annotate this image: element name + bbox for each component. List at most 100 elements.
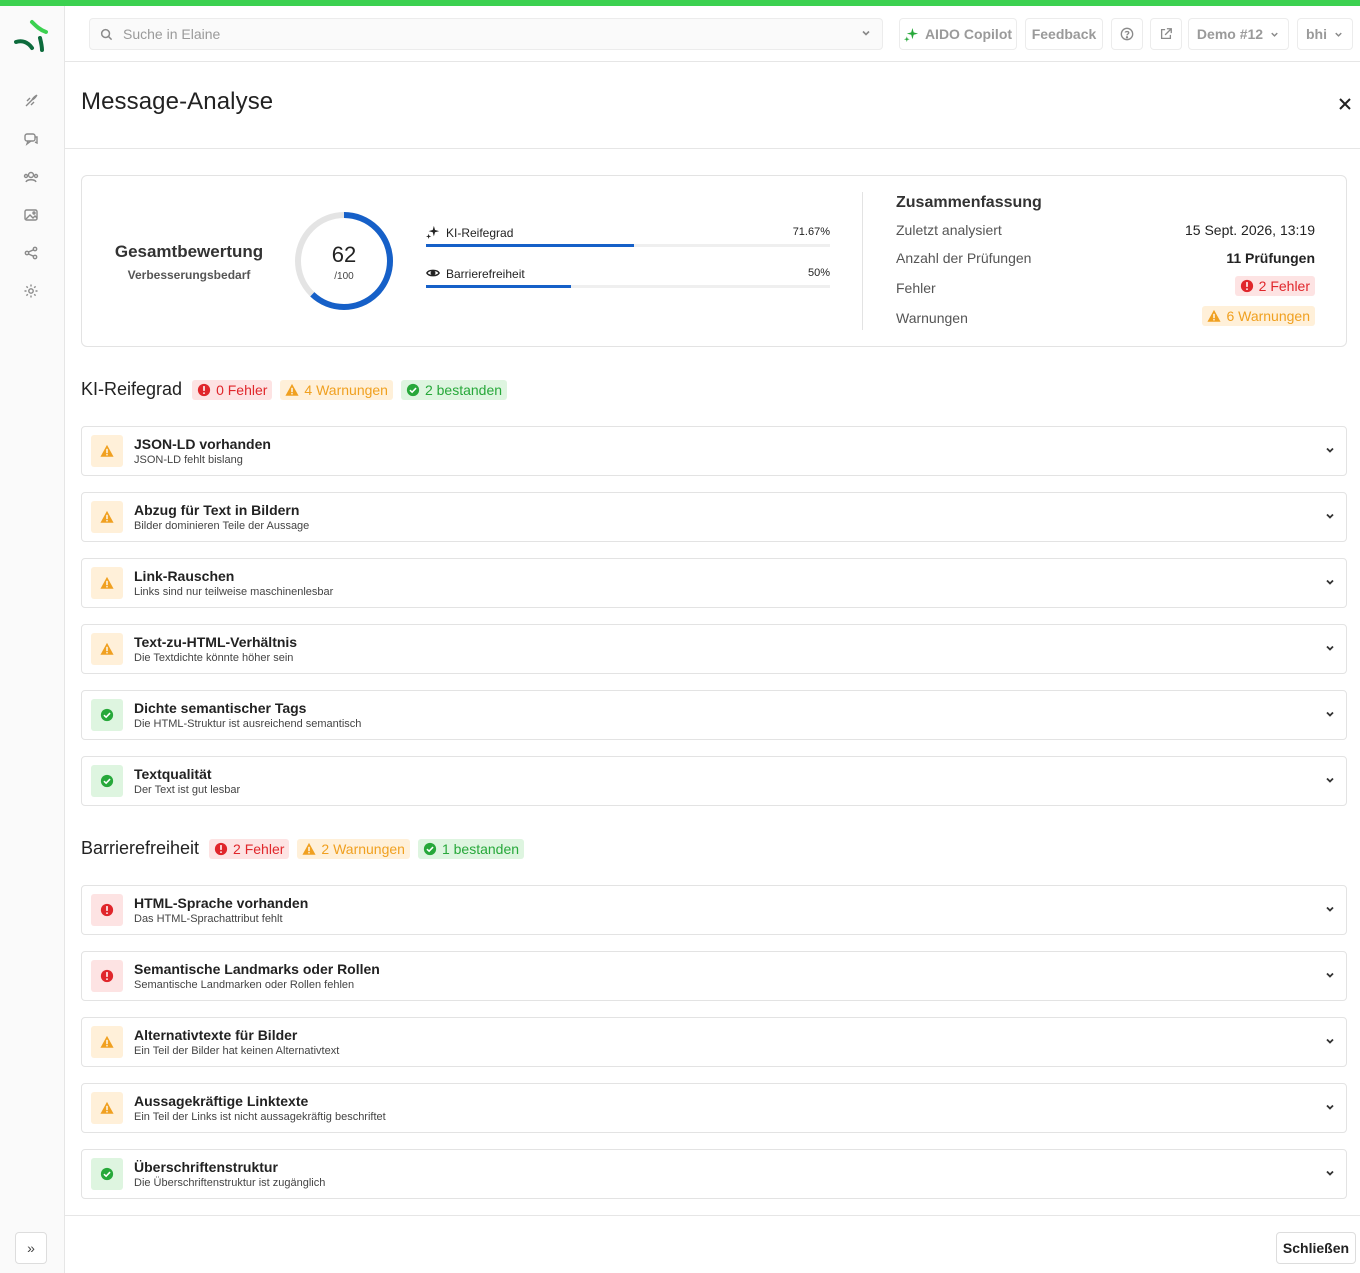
chevron-down-icon[interactable] [1324,444,1336,456]
chevron-down-icon[interactable] [1324,642,1336,654]
summary-key: Fehler [896,280,936,296]
status-indicator [91,1092,123,1124]
summary-key: Zuletzt analysiert [896,222,1002,238]
audience-icon[interactable] [22,168,40,186]
summary-row-last-analyzed: Zuletzt analysiert 15 Sept. 2026, 13:19 [896,220,1315,242]
warning-icon [302,842,316,855]
check-item[interactable]: Dichte semantischer Tags Die HTML-Struktu… [81,690,1347,740]
overall-score-title: Gesamtbewertung [114,242,264,261]
error-icon [100,903,114,917]
error-count-badge: 0 Fehler [192,379,273,400]
check-item[interactable]: Link-Rauschen Links sind nur teilweise ma… [81,558,1347,608]
chevron-down-icon[interactable] [1324,576,1336,588]
search-icon [100,28,113,40]
check-circle-icon [100,708,114,722]
check-item-title: Link-Rauschen [134,568,235,584]
help-button[interactable] [1111,18,1143,50]
metric-progress-track [426,285,830,288]
image-icon[interactable] [22,206,40,224]
metric-progress-track [426,244,830,247]
app-logo[interactable] [14,18,48,52]
warning-icon [100,576,114,590]
check-item[interactable]: JSON-LD vorhanden JSON-LD fehlt bislang [81,426,1347,476]
check-item-description: Semantische Landmarken oder Rollen fehle… [134,979,355,991]
metric-label: KI-Reifegrad [446,226,514,240]
top-bar: Suche in Elaine AIDO Copilot Feedback De… [65,6,1360,62]
status-indicator [91,960,123,992]
overall-score-subtitle: Verbesserungsbedarf [127,268,251,282]
chevron-down-icon[interactable] [1324,1167,1336,1179]
check-item[interactable]: Textqualität Der Text ist gut lesbar [81,756,1347,806]
check-item-description: Die HTML-Struktur ist ausreichend semant… [134,718,362,730]
check-item[interactable]: Semantische Landmarks oder Rollen Semanti… [81,951,1347,1001]
error-badge-label: 2 Fehler [1258,278,1310,294]
warning-icon [100,444,114,458]
passed-count-label: 2 bestanden [424,381,503,398]
chevron-down-icon[interactable] [1324,1101,1336,1113]
chevron-down-icon[interactable] [1324,969,1336,981]
settings-icon[interactable] [22,282,40,300]
close-button[interactable]: Schließen [1276,1232,1356,1264]
check-item-description: JSON-LD fehlt bislang [134,454,243,466]
warning-icon [100,510,114,524]
check-item-description: Ein Teil der Bilder hat keinen Alternati… [134,1045,340,1057]
chevron-down-icon[interactable] [1324,774,1336,786]
workspace-selector[interactable]: Demo #12 [1188,18,1289,50]
check-item[interactable]: HTML-Sprache vorhanden Das HTML-Sprachatt… [81,885,1347,935]
check-item[interactable]: Aussagekräftige Linktexte Ein Teil der Li… [81,1083,1347,1133]
error-icon [100,969,114,983]
feedback-button[interactable]: Feedback [1025,18,1103,50]
search-input[interactable]: Suche in Elaine [89,18,883,50]
status-indicator [91,894,123,926]
check-circle-icon [423,842,437,855]
check-item-title: Überschriftenstruktur [134,1159,278,1175]
check-item-description: Links sind nur teilweise maschinenlesbar [134,586,334,598]
check-item-title: Aussagekräftige Linktexte [134,1093,309,1109]
summary-value: 15 Sept. 2026, 13:19 [1185,222,1315,238]
check-item[interactable]: Abzug für Text in Bildern Bilder dominier… [81,492,1347,542]
close-icon[interactable] [1333,92,1357,116]
chevron-down-icon[interactable] [1324,510,1336,522]
sparkle-icon [903,27,918,42]
open-external-button[interactable] [1150,18,1182,50]
chevron-down-icon[interactable] [1324,903,1336,915]
section-header-ki-reifegrad: KI-Reifegrad 0 Fehler 4 Warnungen 2 best… [81,379,508,400]
chevron-down-icon[interactable] [1324,708,1336,720]
passed-count-label: 1 bestanden [441,840,520,857]
error-count-badge: 2 Fehler [209,838,290,859]
summary-row-check-count: Anzahl der Prüfungen 11 Prüfungen [896,248,1315,270]
passed-count-badge: 2 bestanden [400,379,508,400]
copilot-button[interactable]: AIDO Copilot [899,18,1017,50]
check-item-description: Bilder dominieren Teile der Aussage [134,520,310,532]
eye-icon [426,269,440,277]
check-item-description: Das HTML-Sprachattribut fehlt [134,913,283,925]
rocket-icon[interactable] [22,92,40,110]
chevron-down-icon[interactable] [1324,1035,1336,1047]
warning-badge-label: 6 Warnungen [1226,308,1310,324]
check-item-description: Die Überschriftenstruktur ist zugänglich [134,1177,326,1189]
chevron-down-icon [862,30,870,36]
workspace-label: Demo #12 [1196,26,1264,42]
user-label: bhi [1306,26,1327,42]
error-count-label: 2 Fehler [233,840,285,857]
metric-progress-fill [426,244,634,247]
check-item-title: Alternativtexte für Bilder [134,1027,298,1043]
error-badge: 2 Fehler [1234,276,1315,296]
summary-row-warnings: Warnungen 6 Warnungen [896,306,1315,328]
check-item[interactable]: Überschriftenstruktur Die Überschriftenst… [81,1149,1347,1199]
warning-count-label: 2 Warnungen [321,840,405,857]
check-item-title: Textqualität [134,766,212,782]
check-item-title: Dichte semantischer Tags [134,700,307,716]
feedback-label: Feedback [1031,26,1097,42]
user-menu[interactable]: bhi [1297,18,1353,50]
external-link-icon [1160,28,1172,40]
check-item-description: Ein Teil der Links ist nicht aussagekräf… [134,1111,386,1123]
error-icon [214,842,228,855]
copilot-label: AIDO Copilot [924,26,1013,42]
check-item[interactable]: Text-zu-HTML-Verhältnis Die Textdichte kö… [81,624,1347,674]
share-icon[interactable] [22,244,40,262]
check-circle-icon [406,383,420,396]
chat-icon[interactable] [22,130,40,148]
check-item[interactable]: Alternativtexte für Bilder Ein Teil der B… [81,1017,1347,1067]
expand-sidebar-button[interactable]: » [15,1232,47,1264]
